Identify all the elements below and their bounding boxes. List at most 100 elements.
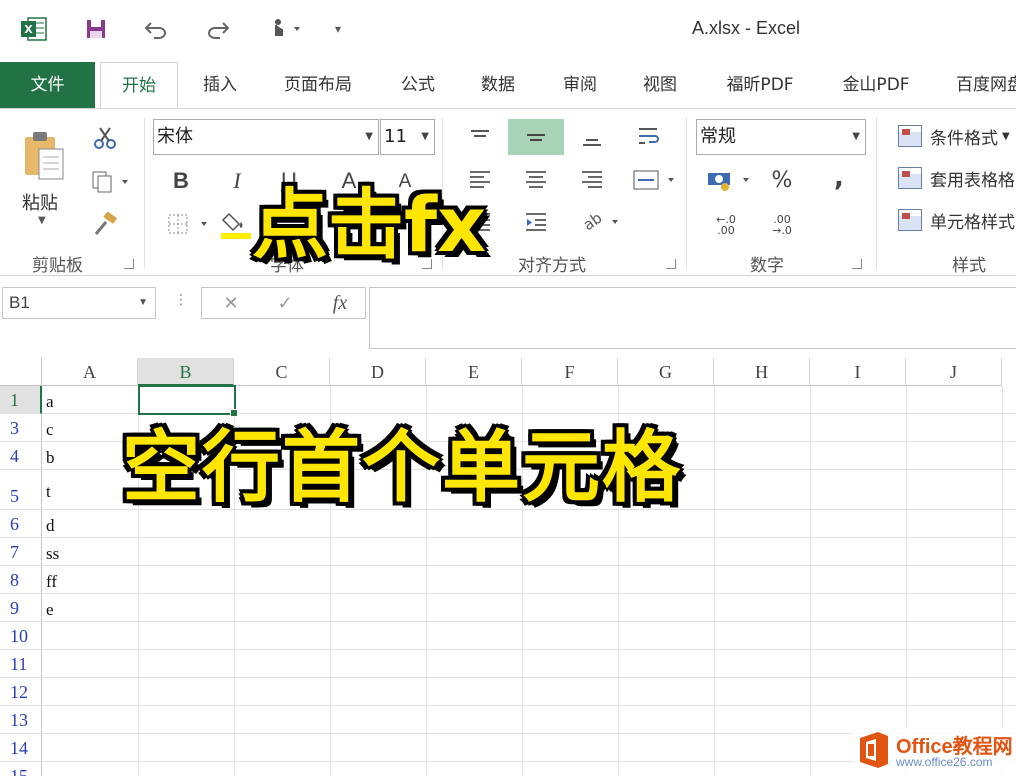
tab-kingsoft-pdf[interactable]: 金山PDF <box>828 62 924 108</box>
chevron-down-icon: ▼ <box>852 131 860 142</box>
row-header[interactable]: 14 <box>0 734 42 762</box>
font-size-value: 11 <box>384 126 407 147</box>
row-header[interactable]: 4 <box>0 442 42 470</box>
row-header[interactable]: 8 <box>0 566 42 594</box>
tab-review[interactable]: 审阅 <box>548 62 612 108</box>
copy-icon[interactable] <box>88 167 134 197</box>
office-logo-icon <box>856 730 892 770</box>
cell-styles-button[interactable]: 单元格样式 <box>898 205 1015 235</box>
row-header[interactable]: 10 <box>0 622 42 650</box>
percent-button[interactable]: % <box>766 165 798 195</box>
font-name-dropdown[interactable]: 宋体 ▼ <box>153 119 379 155</box>
conditional-formatting-button[interactable]: 条件格式 ▼ <box>898 121 1010 151</box>
save-icon[interactable] <box>80 14 112 44</box>
row-header[interactable]: 6 <box>0 510 42 538</box>
tab-home[interactable]: 开始 <box>100 62 178 109</box>
formula-bar-grip-icon[interactable]: ⋮ <box>174 292 188 308</box>
row-header[interactable]: 11 <box>0 650 42 678</box>
bold-button[interactable]: B <box>166 165 196 197</box>
customize-quick-access-icon[interactable]: ▾ <box>326 14 350 44</box>
borders-icon[interactable] <box>164 209 212 239</box>
paste-icon[interactable] <box>18 125 70 185</box>
cell-a[interactable] <box>42 706 138 734</box>
select-all-corner[interactable] <box>0 358 42 386</box>
undo-icon[interactable] <box>140 14 172 44</box>
row-header[interactable]: 15 <box>0 762 42 776</box>
column-header-j[interactable]: J <box>906 358 1002 386</box>
paste-dropdown-icon[interactable]: ▼ <box>38 215 46 226</box>
cell-a[interactable]: ss <box>42 538 138 566</box>
wrap-text-icon[interactable] <box>632 121 668 151</box>
column-header-a[interactable]: A <box>42 358 138 386</box>
tab-foxit-pdf[interactable]: 福昕PDF <box>712 62 808 108</box>
cell-a[interactable]: e <box>42 594 138 622</box>
accounting-format-icon[interactable] <box>704 165 754 195</box>
row-header[interactable]: 3 <box>0 414 42 442</box>
column-header-c[interactable]: C <box>234 358 330 386</box>
title-bar: X ▾ A.xlsx - Excel <box>0 0 1016 62</box>
decrease-decimal-button[interactable]: .00 →.0 <box>762 209 802 241</box>
fill-color-icon[interactable] <box>220 207 252 241</box>
touch-mode-icon[interactable] <box>264 14 304 44</box>
align-right-icon[interactable] <box>574 165 610 195</box>
formula-input[interactable] <box>369 287 1016 349</box>
row-header[interactable]: 1 <box>0 386 42 414</box>
tab-baidu-netdisk[interactable]: 百度网盘 <box>944 62 1016 108</box>
merge-center-icon[interactable] <box>630 165 678 195</box>
row-header[interactable]: 12 <box>0 678 42 706</box>
tab-formulas[interactable]: 公式 <box>386 62 450 108</box>
align-bottom-icon[interactable] <box>574 123 610 153</box>
window-title: A.xlsx - Excel <box>692 18 801 38</box>
row-header[interactable]: 9 <box>0 594 42 622</box>
orientation-icon[interactable]: ab <box>578 207 624 237</box>
comma-style-button[interactable]: , <box>824 163 854 193</box>
column-header-e[interactable]: E <box>426 358 522 386</box>
align-top-icon[interactable] <box>462 121 498 151</box>
row-header[interactable]: 13 <box>0 706 42 734</box>
name-box[interactable]: B1 ▼ <box>2 287 156 319</box>
insert-function-button[interactable]: fx <box>322 289 358 317</box>
cell-a[interactable] <box>42 622 138 650</box>
annotation-click-fx: 点击fx <box>252 180 487 269</box>
clipboard-launcher-icon[interactable] <box>124 259 134 269</box>
active-cell-b1[interactable] <box>138 385 238 417</box>
tab-view[interactable]: 视图 <box>628 62 692 108</box>
chevron-down-icon: ▼ <box>1002 130 1010 142</box>
align-center-icon[interactable] <box>518 165 554 195</box>
tab-insert[interactable]: 插入 <box>188 62 252 108</box>
column-header-b[interactable]: B <box>138 358 234 386</box>
gridline <box>42 593 1016 594</box>
number-format-dropdown[interactable]: 常规 ▼ <box>696 119 866 155</box>
cell-styles-label: 单元格样式 <box>930 212 1015 233</box>
cancel-button[interactable]: ✕ <box>216 290 246 316</box>
italic-button[interactable]: I <box>222 165 252 197</box>
column-header-g[interactable]: G <box>618 358 714 386</box>
number-launcher-icon[interactable] <box>852 259 862 269</box>
column-header-i[interactable]: I <box>810 358 906 386</box>
cell-a[interactable]: ff <box>42 566 138 594</box>
format-as-table-button[interactable]: 套用表格格 <box>898 163 1015 193</box>
column-header-d[interactable]: D <box>330 358 426 386</box>
cell-a[interactable] <box>42 762 138 776</box>
increase-decimal-button[interactable]: ←.0 .00 <box>706 209 746 241</box>
tab-page-layout[interactable]: 页面布局 <box>272 62 364 108</box>
cell-a[interactable] <box>42 650 138 678</box>
tab-file[interactable]: 文件 <box>0 62 95 108</box>
cell-a[interactable] <box>42 678 138 706</box>
column-header-h[interactable]: H <box>714 358 810 386</box>
redo-icon[interactable] <box>202 14 234 44</box>
alignment-launcher-icon[interactable] <box>666 259 676 269</box>
paste-button-label[interactable]: 粘贴 <box>22 189 58 215</box>
cell-a[interactable] <box>42 734 138 762</box>
tab-data[interactable]: 数据 <box>466 62 530 108</box>
format-painter-icon[interactable] <box>90 209 120 239</box>
row-header[interactable]: 5 <box>0 470 42 510</box>
cut-icon[interactable] <box>90 123 120 153</box>
increase-indent-icon[interactable] <box>518 207 554 237</box>
align-middle-button[interactable] <box>508 119 564 155</box>
cell-a[interactable]: a <box>42 386 138 414</box>
enter-button[interactable]: ✓ <box>270 290 300 316</box>
font-size-dropdown[interactable]: 11 ▼ <box>380 119 435 155</box>
row-header[interactable]: 7 <box>0 538 42 566</box>
column-header-f[interactable]: F <box>522 358 618 386</box>
